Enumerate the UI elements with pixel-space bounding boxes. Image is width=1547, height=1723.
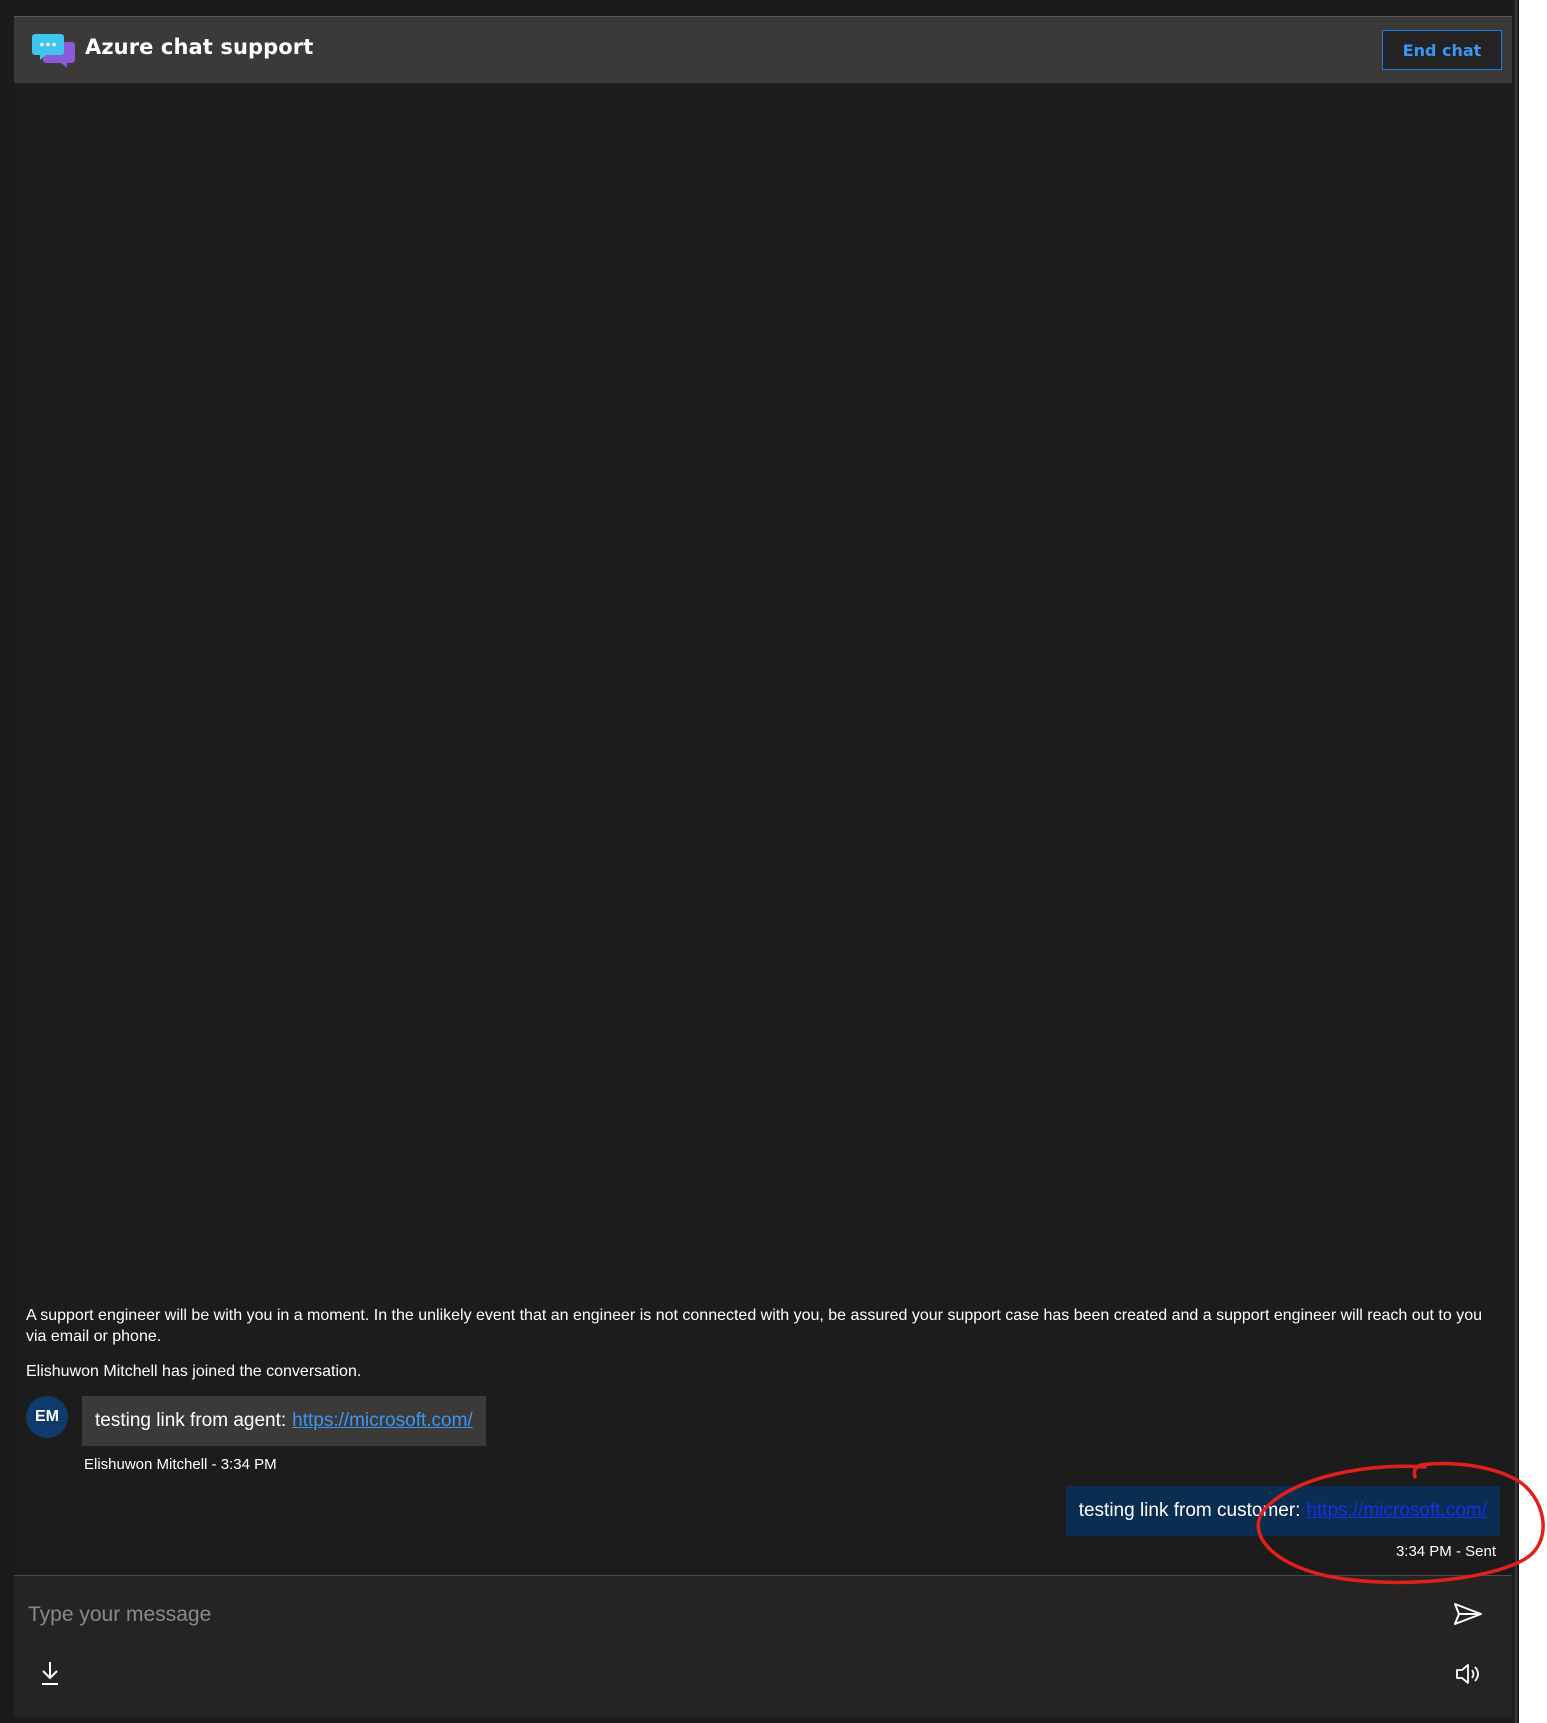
end-chat-button[interactable]: End chat	[1382, 30, 1502, 70]
agent-avatar: EM	[26, 1396, 68, 1438]
chat-window: Azure chat support End chat A support en…	[14, 16, 1512, 1717]
agent-message: testing link from agent: https://microso…	[82, 1396, 486, 1446]
customer-message-text: testing link from customer:	[1078, 1500, 1301, 1521]
customer-message-link[interactable]: https://microsoft.com/	[1306, 1500, 1487, 1522]
message-list: A support engineer will be with you in a…	[14, 83, 1512, 1589]
speaker-icon[interactable]	[1454, 1662, 1482, 1686]
download-icon[interactable]	[37, 1659, 63, 1687]
page: Azure chat support End chat A support en…	[0, 0, 1547, 1723]
agent-message-link[interactable]: https://microsoft.com/	[292, 1410, 473, 1432]
composer	[14, 1575, 1512, 1717]
join-notice: Elishuwon Mitchell has joined the conver…	[26, 1363, 362, 1380]
customer-message-meta: 3:34 PM - Sent	[1395, 1543, 1496, 1560]
system-notice: A support engineer will be with you in a…	[26, 1307, 1483, 1345]
customer-message: testing link from customer: https://micr…	[1065, 1486, 1500, 1536]
send-icon	[1454, 1603, 1482, 1625]
agent-message-text: testing link from agent:	[95, 1410, 287, 1431]
chat-bubbles-icon	[32, 34, 75, 68]
chat-header: Azure chat support End chat	[14, 17, 1512, 83]
page-title: Azure chat support	[85, 35, 314, 59]
message-input[interactable]	[26, 1596, 1420, 1634]
send-button[interactable]	[1450, 1596, 1486, 1632]
agent-message-meta: Elishuwon Mitchell - 3:34 PM	[84, 1456, 277, 1473]
frame-edge	[1515, 0, 1517, 1723]
